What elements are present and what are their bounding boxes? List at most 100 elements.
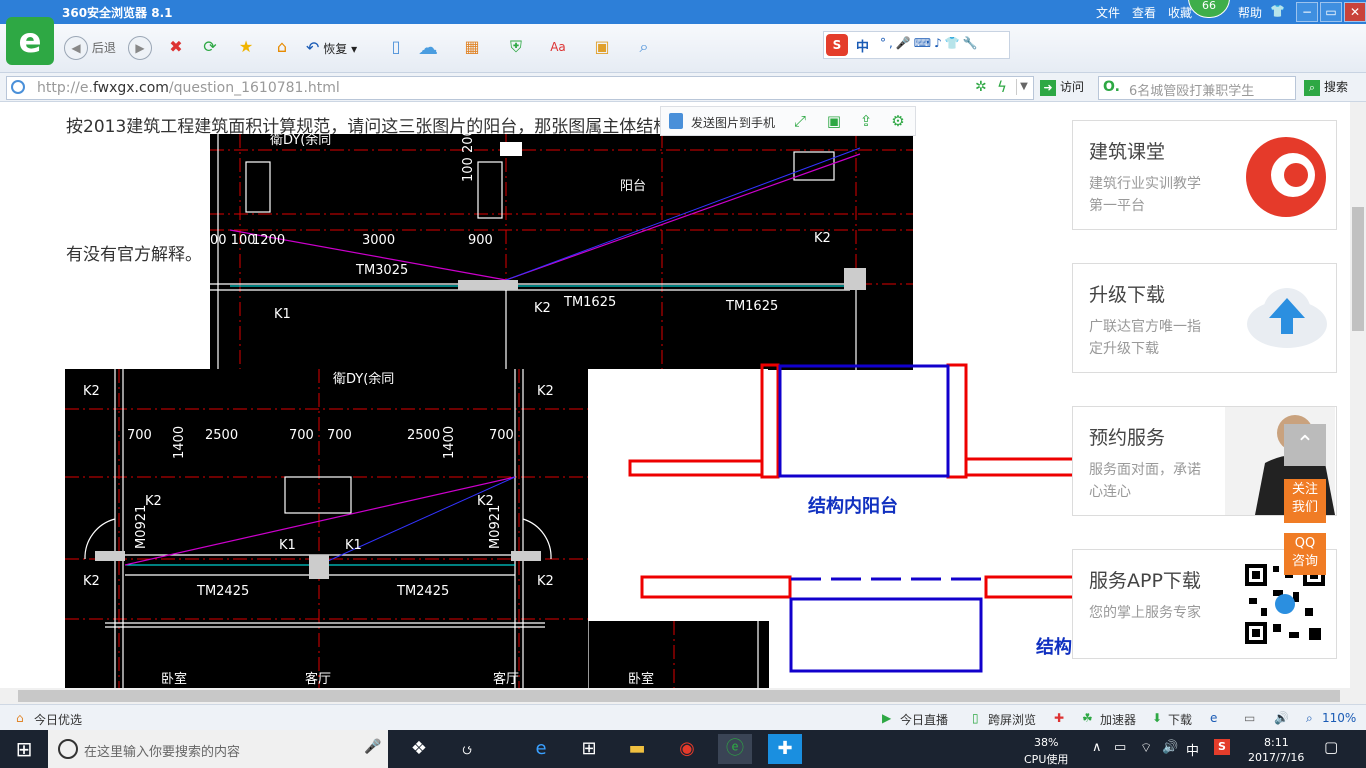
sogou-tray-icon[interactable]: S xyxy=(1214,739,1230,755)
ime-tools-icon: °,🎤⌨♪👕🔧 xyxy=(880,36,981,50)
window-icon[interactable]: ▭ xyxy=(1244,711,1255,725)
back-to-top-button[interactable]: ⌃ xyxy=(1284,424,1326,466)
browser-logo-icon[interactable]: e xyxy=(6,17,54,65)
forward-button[interactable]: ▶ xyxy=(128,36,152,60)
zoom-level[interactable]: 110% xyxy=(1322,711,1356,725)
balcony-diagram[interactable]: 结构内阳台 结构外阳台 xyxy=(588,362,1126,682)
cad-image-bottom[interactable]: K2 K2 700 2500 700 700 2500 700 1400 140… xyxy=(65,369,588,688)
clock-time[interactable]: 8:11 xyxy=(1264,736,1289,749)
cad-label: 卧室 xyxy=(161,671,187,687)
cad-label: TM2425 xyxy=(196,584,249,599)
menu-help[interactable]: 帮助 xyxy=(1238,4,1262,21)
home-icon[interactable]: ⌂ xyxy=(272,37,292,57)
cad-label: K2 xyxy=(83,384,100,399)
gift-icon[interactable]: ⌂ xyxy=(16,711,24,725)
address-dropdown-icon[interactable]: ▼ xyxy=(1016,79,1031,95)
cad-label: 衛DY(余同 xyxy=(270,134,331,148)
today-picks-link[interactable]: 今日优选 xyxy=(34,711,82,728)
search-input[interactable]: O. 6名城管殴打兼职学生 xyxy=(1098,76,1296,100)
cad-label: 1400 xyxy=(172,426,187,459)
cross-screen-link[interactable]: 跨屏浏览 xyxy=(988,711,1036,728)
settings-gear-icon[interactable]: ⚙ xyxy=(889,112,907,130)
translate-icon[interactable]: Aa xyxy=(548,37,568,57)
app-spiral-icon[interactable]: ၒ xyxy=(450,734,484,764)
menu-file[interactable]: 文件 xyxy=(1096,4,1120,21)
send-to-phone-button[interactable]: 发送图片到手机 xyxy=(691,114,775,131)
windows-start-icon[interactable]: ⊞ xyxy=(0,730,48,768)
window-title: 360安全浏览器 8.1 xyxy=(62,6,173,20)
zoom-search-icon[interactable]: ⌕ xyxy=(634,37,654,57)
microphone-icon[interactable]: 🎤 xyxy=(364,739,381,755)
url-text[interactable]: http://e.fwxgx.com/question_1610781.html xyxy=(37,80,340,96)
vertical-scrollbar[interactable] xyxy=(1350,102,1366,688)
fullscreen-icon[interactable]: ⤢ xyxy=(791,112,809,130)
accelerator-link[interactable]: 加速器 xyxy=(1100,711,1136,728)
cad-label: TM2425 xyxy=(396,584,449,599)
search-icon: ⌕ xyxy=(1304,79,1320,96)
cad-label: 700 xyxy=(127,428,152,443)
accelerator-icon: ☘ xyxy=(1082,711,1093,725)
ie-icon[interactable]: e xyxy=(1210,711,1217,725)
maximize-button[interactable]: ▭ xyxy=(1320,2,1342,22)
qq-consult-button[interactable]: QQ咨询 xyxy=(1284,533,1326,575)
speaker-icon[interactable]: 🔊 xyxy=(1162,740,1178,755)
refresh-icon[interactable]: ⟳ xyxy=(200,37,220,57)
browser-360-icon[interactable]: ⓔ xyxy=(718,734,752,764)
menu-favorites[interactable]: 收藏 xyxy=(1168,4,1192,21)
close-window-button[interactable]: ✕ xyxy=(1344,2,1366,22)
cortana-icon xyxy=(58,739,78,759)
cad-label: 2500 xyxy=(407,428,440,443)
skin-icon[interactable]: 👕 xyxy=(1270,4,1285,18)
clock-date[interactable]: 2017/7/16 xyxy=(1248,751,1304,764)
screenshot-icon[interactable]: ▣ xyxy=(592,37,612,57)
cad-label: K2 xyxy=(814,231,831,246)
share-icon[interactable]: ⇪ xyxy=(857,112,875,130)
search-button[interactable]: ⌕ 搜索 xyxy=(1304,78,1348,96)
cloud-icon[interactable]: ☁ xyxy=(418,37,438,57)
vertical-scroll-thumb[interactable] xyxy=(1352,207,1364,331)
address-bar[interactable]: http://e.fwxgx.com/question_1610781.html… xyxy=(6,76,1034,100)
cad-label: K1 xyxy=(345,538,362,553)
cad-label: TM1625 xyxy=(563,295,616,310)
cad-label: K2 xyxy=(537,384,554,399)
sogou-s-icon: S xyxy=(826,34,848,56)
app-plus-icon[interactable]: ✚ xyxy=(768,734,802,764)
store-icon[interactable]: ⊞ xyxy=(572,734,606,764)
favorite-star-icon[interactable]: ★ xyxy=(236,37,256,57)
download-link[interactable]: 下载 xyxy=(1168,711,1192,728)
follow-us-button[interactable]: 关注我们 xyxy=(1284,479,1326,523)
horizontal-scroll-thumb[interactable] xyxy=(18,690,1340,702)
battery-icon[interactable]: ▭ xyxy=(1114,740,1126,755)
card-building-class[interactable]: 建筑课堂 建筑行业实训教学第一平台 xyxy=(1072,120,1337,230)
edge-icon[interactable]: e xyxy=(524,734,558,764)
task-view-icon[interactable]: ❖ xyxy=(402,734,436,764)
wifi-icon[interactable]: ⌔ xyxy=(1140,740,1152,756)
apps-grid-icon[interactable]: ▦ xyxy=(462,37,482,57)
restore-button[interactable]: ↶ 恢复 ▾ xyxy=(306,36,357,60)
shield-icon[interactable]: ⛨ xyxy=(506,37,526,57)
back-button[interactable]: ◀ 后退 xyxy=(64,36,116,60)
phone-icon[interactable]: ▯ xyxy=(386,37,406,57)
forward-arrow-icon: ▶ xyxy=(128,36,152,60)
card-upgrade-download[interactable]: 升级下载 广联达官方唯一指定升级下载 xyxy=(1072,263,1337,373)
menu-view[interactable]: 查看 xyxy=(1132,4,1156,21)
cad-image-top[interactable]: 100 200 阳台 00 100 1200 3000 900 TM3025 K… xyxy=(210,134,913,370)
minimize-button[interactable]: − xyxy=(1296,2,1318,22)
taskbar-search[interactable]: 在这里输入你要搜索的内容 🎤 xyxy=(48,730,388,768)
tray-chevron-icon[interactable]: ∧ xyxy=(1092,740,1102,755)
medkit-icon[interactable]: ✚ xyxy=(1054,711,1064,725)
file-explorer-icon[interactable]: ▬ xyxy=(620,734,654,764)
sogou-ime-bar[interactable]: S 中 °,🎤⌨♪👕🔧 xyxy=(823,31,1010,59)
today-live-link[interactable]: 今日直播 xyxy=(900,711,948,728)
go-button[interactable]: ➜ 访问 xyxy=(1040,78,1084,96)
cpu-label: CPU使用 xyxy=(1024,753,1069,766)
glodon-app-icon[interactable]: ◉ xyxy=(670,734,704,764)
cad-label: 00 100 xyxy=(210,233,256,248)
cad-label: 2500 xyxy=(205,428,238,443)
lightning-icon[interactable]: ϟ xyxy=(997,78,1007,96)
notifications-icon[interactable]: ▢ xyxy=(1324,738,1338,756)
ime-indicator[interactable]: 中 xyxy=(1186,740,1199,759)
volume-icon[interactable]: 🔊 xyxy=(1274,711,1289,725)
save-icon[interactable]: ▣ xyxy=(825,112,843,130)
stop-icon[interactable]: ✖ xyxy=(166,37,186,57)
